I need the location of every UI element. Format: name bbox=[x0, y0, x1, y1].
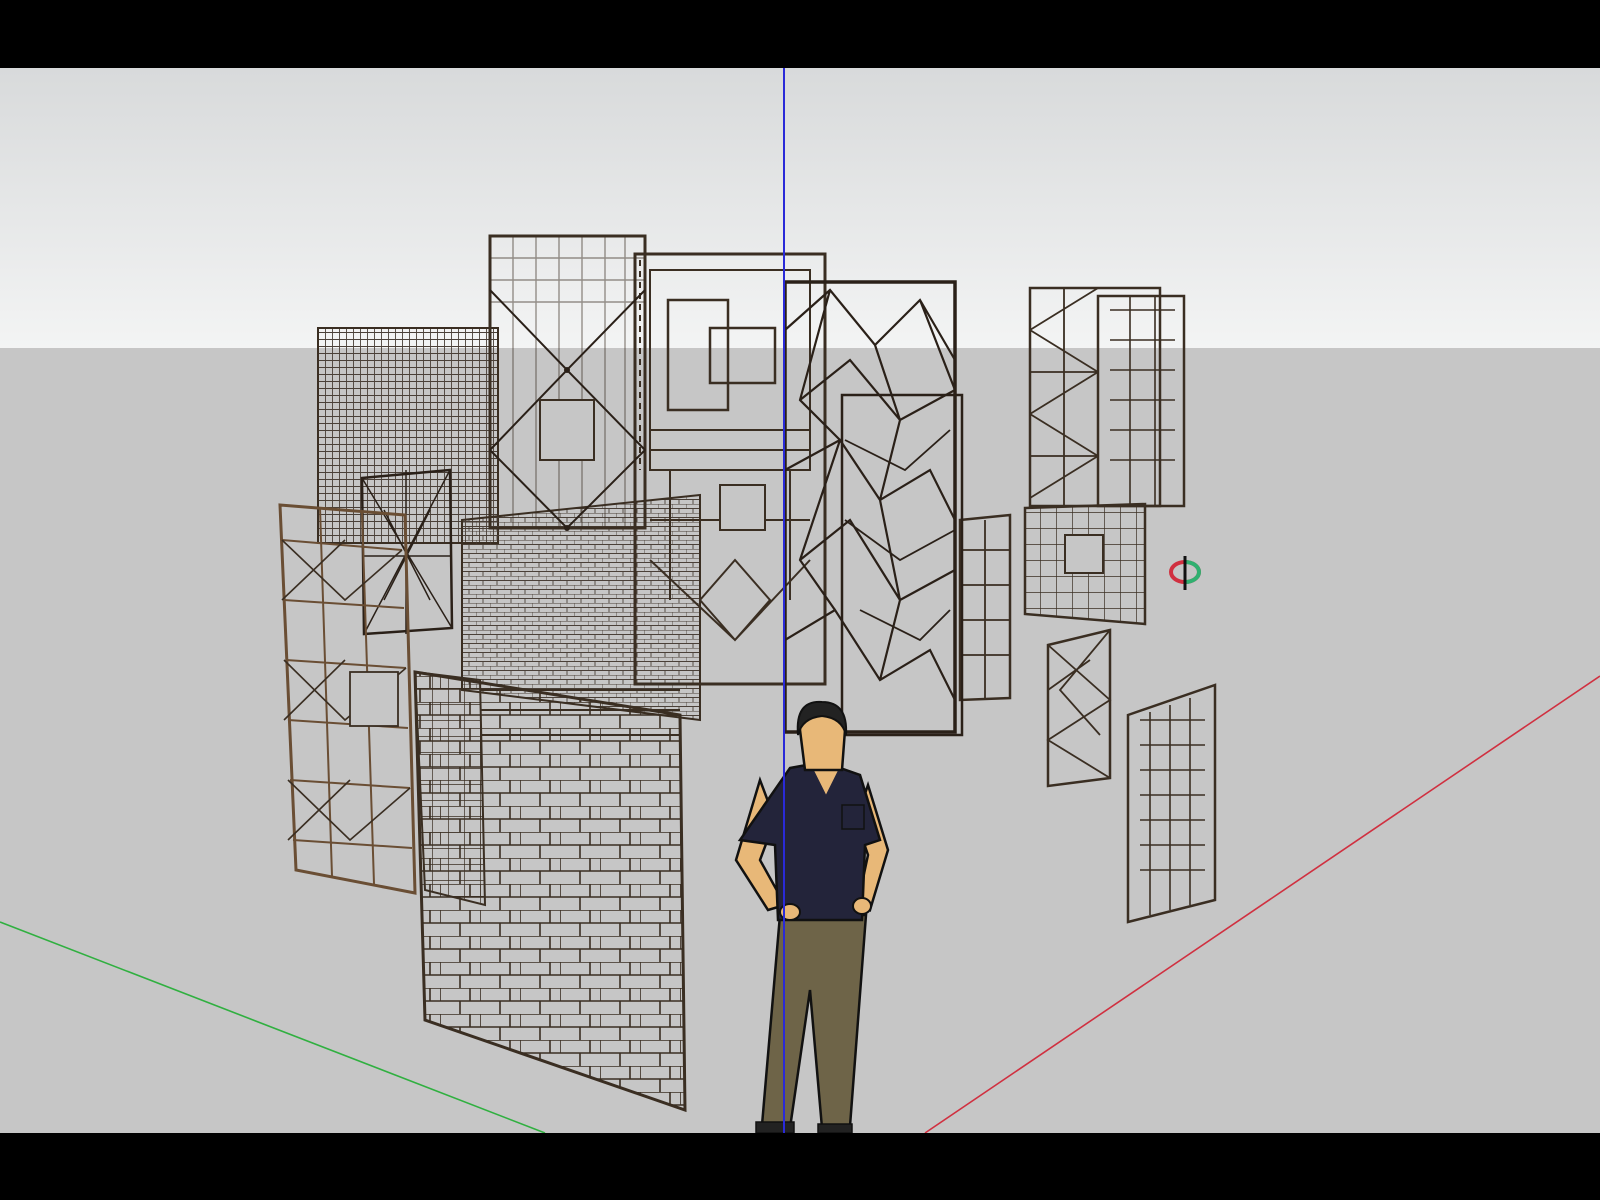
letterbox-bottom-bar bbox=[0, 1133, 1600, 1200]
sky-background bbox=[0, 68, 1600, 348]
ring-panel[interactable] bbox=[1023, 502, 1147, 626]
screen bbox=[0, 0, 1600, 1200]
3d-model-viewport[interactable] bbox=[0, 68, 1600, 1133]
letterbox-top-bar bbox=[0, 0, 1600, 68]
